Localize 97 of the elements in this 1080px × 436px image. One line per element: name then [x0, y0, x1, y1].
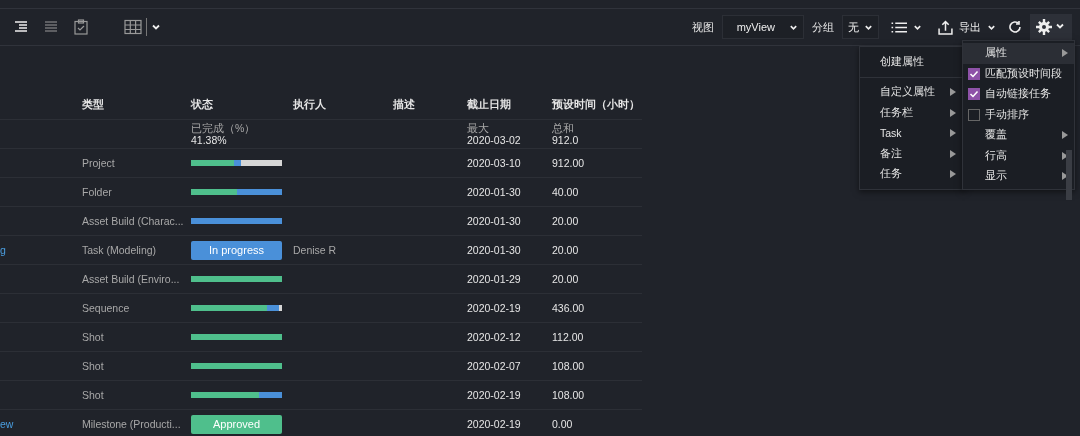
list-icon[interactable] [44, 20, 58, 34]
summary-value: 41.38% [191, 134, 228, 146]
table-cell-text: 436.00 [552, 302, 586, 314]
menu-item[interactable]: 显示 [963, 166, 1074, 187]
group-dropdown[interactable]: 无 [842, 15, 879, 39]
menu-label: 备注 [880, 146, 902, 161]
menu-label: 行高 [985, 148, 1008, 163]
table-cell-text: 20.00 [552, 273, 580, 285]
column-header[interactable]: 预设时间（小时） [552, 98, 642, 112]
table-cell-text: 2020-02-12 [467, 331, 522, 343]
table-cell-text: 2020-02-19 [467, 389, 522, 401]
column-header[interactable]: 描述 [393, 98, 467, 112]
table-cell-text: Asset Build (Charac... [82, 215, 185, 227]
submenu-arrow-icon [950, 129, 956, 138]
task-link[interactable]: ew [0, 418, 14, 430]
table-cell-text: Shot [82, 360, 105, 372]
checkbox[interactable] [968, 88, 980, 101]
table-cell-text: Asset Build (Enviro... [82, 273, 181, 285]
table-cell-text: 2020-02-07 [467, 360, 522, 372]
table-cell-text: Project [82, 157, 116, 169]
menu-item[interactable]: 覆盖 [963, 125, 1074, 146]
column-header[interactable]: 执行人 [293, 98, 393, 112]
menu-item[interactable]: 行高 [963, 145, 1074, 166]
menu-label: 自定义属性 [880, 85, 935, 100]
table-cell-text: 2020-02-19 [467, 302, 522, 314]
table-cell-text: Milestone (Producti... [82, 418, 182, 430]
table-cell-text: Shot [82, 331, 105, 343]
menu-label: 属性 [985, 46, 1008, 61]
menu-item[interactable]: 任务栏 [860, 102, 964, 123]
summary-value: 2020-03-02 [467, 134, 522, 146]
table-cell-text: Shot [82, 389, 105, 401]
group-label: 分组 [812, 19, 834, 35]
submenu-arrow-icon [1062, 172, 1068, 181]
summary-value: 912.0 [552, 134, 580, 146]
submenu-arrow-icon [950, 149, 956, 158]
upload-icon [938, 19, 953, 35]
column-header[interactable]: 状态 [191, 98, 293, 112]
table-cell-text: 912.00 [552, 157, 586, 169]
table-cell-text: 20.00 [552, 244, 580, 256]
menu-item[interactable]: 属性 [963, 43, 1074, 64]
summary-label: 总和 [552, 122, 575, 134]
menu-item[interactable]: 手动排序 [963, 104, 1074, 125]
indent-icon[interactable] [14, 20, 28, 34]
settings-button[interactable] [1030, 14, 1072, 40]
table-cell-text: 2020-03-10 [467, 157, 522, 169]
menu-label: Task [880, 127, 902, 140]
table-cell-text: 2020-01-30 [467, 215, 522, 227]
summary-label: 最大 [467, 122, 490, 134]
submenu-arrow-icon [950, 170, 956, 179]
menu-item[interactable]: 任务 [860, 164, 964, 185]
menu-item[interactable]: 匹配预设时间段 [963, 63, 1074, 84]
table-icon[interactable] [124, 19, 142, 35]
menu-item[interactable]: 创建属性 [860, 51, 964, 73]
column-header[interactable]: 截止日期 [467, 98, 552, 112]
table-cell-text: 40.00 [552, 186, 580, 198]
menu-item[interactable]: Task [860, 123, 964, 144]
menu-label: 匹配预设时间段 [985, 66, 1063, 81]
summary-label: 已完成（%） [191, 122, 257, 134]
view-dropdown[interactable]: myView [722, 15, 804, 39]
column-header[interactable]: 类型 [82, 98, 191, 112]
menu-label: 显示 [985, 169, 1008, 184]
menu-item[interactable]: 自定义属性 [860, 82, 964, 103]
refresh-icon[interactable] [1008, 20, 1022, 34]
menu-item[interactable]: 自动链接任务 [963, 84, 1074, 105]
checkbox[interactable] [968, 108, 980, 121]
table-cell-text: 2020-02-19 [467, 418, 522, 430]
table-cell-text: 112.00 [552, 331, 585, 343]
submenu-arrow-icon [1062, 151, 1068, 160]
table-cell: Denise R [293, 244, 337, 256]
table-cell-text: 2020-01-29 [467, 273, 522, 285]
table-cell-text: Folder [82, 186, 113, 198]
submenu-arrow-icon [1062, 131, 1068, 140]
table-cell-text: Task (Modeling) [82, 244, 158, 256]
menu-item[interactable]: 备注 [860, 143, 964, 164]
view-label: 视图 [692, 19, 714, 35]
submenu-arrow-icon [950, 88, 956, 97]
table-cell-text: 2020-01-30 [467, 186, 522, 198]
menu-label: 覆盖 [985, 128, 1008, 143]
clipboard-check-icon[interactable] [74, 19, 88, 35]
export-button[interactable]: 导出 [934, 14, 1000, 40]
table-cell-text: 20.00 [552, 215, 580, 227]
task-link[interactable]: g [0, 244, 6, 256]
menu-label: 自动链接任务 [985, 87, 1052, 102]
table-cell-text: 108.00 [552, 360, 586, 372]
menu-label: 手动排序 [985, 107, 1030, 122]
table-cell-text: Sequence [82, 302, 131, 314]
table-cell-text: 0.00 [552, 418, 574, 430]
checkbox[interactable] [968, 67, 980, 80]
submenu-arrow-icon [950, 108, 956, 117]
caret-icon[interactable] [151, 22, 161, 32]
list-icon [891, 20, 907, 34]
menu-label: 任务栏 [880, 105, 913, 120]
settings-icon [1036, 19, 1066, 35]
menu-label: 任务 [880, 167, 902, 182]
table-cell-text: 108.00 [552, 389, 586, 401]
submenu-arrow-icon [1062, 49, 1068, 58]
table-cell-text: 2020-01-30 [467, 244, 522, 256]
